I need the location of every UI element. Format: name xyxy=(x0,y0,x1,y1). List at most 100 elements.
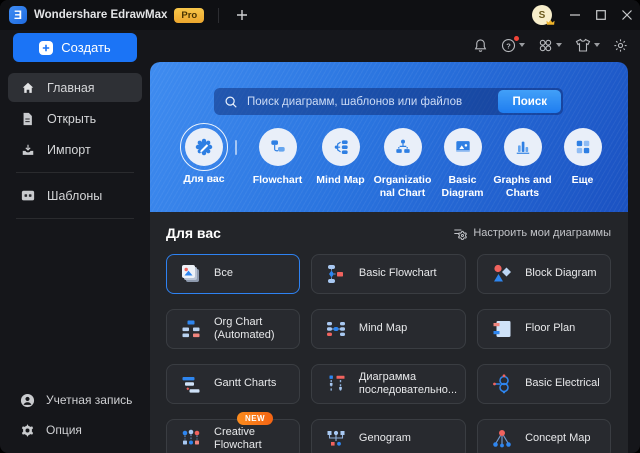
category-divider xyxy=(235,140,237,155)
category-more[interactable]: Еще xyxy=(553,128,613,187)
search-button[interactable]: Поиск xyxy=(498,90,561,113)
card-label: Диаграмма последовательно... xyxy=(358,370,458,396)
apps-grid-icon xyxy=(539,39,552,51)
sidebar: Создать Главная Открыть Импорт Шаблоны У… xyxy=(0,30,150,453)
sidebar-item-open[interactable]: Открыть xyxy=(8,104,142,133)
new-badge: NEW xyxy=(237,412,273,425)
pro-badge: Pro xyxy=(174,7,205,23)
card-basic-electrical[interactable]: Basic Electrical xyxy=(477,364,611,404)
sidebar-item-options[interactable]: Опция xyxy=(0,415,150,445)
category-label: Для вас xyxy=(183,173,225,185)
svg-text:?: ? xyxy=(506,41,511,50)
category-mind-map[interactable]: Mind Map xyxy=(311,128,371,187)
card-label: Creative Flowchart xyxy=(214,425,262,451)
flowchart-icon xyxy=(270,140,285,152)
gantt-charts-icon xyxy=(182,377,200,393)
genogram-icon xyxy=(327,430,345,446)
settings-button[interactable] xyxy=(613,38,628,53)
card-label: Concept Map xyxy=(525,432,591,445)
help-button[interactable]: ? xyxy=(501,35,525,53)
create-button[interactable]: Создать xyxy=(13,33,137,62)
card-label: Mind Map xyxy=(358,322,408,335)
theme-button[interactable] xyxy=(575,38,600,53)
sidebar-divider xyxy=(16,172,134,173)
sidebar-item-account[interactable]: Учетная запись xyxy=(0,385,150,415)
search-input[interactable] xyxy=(245,94,499,109)
plus-icon xyxy=(237,10,248,20)
account-avatar[interactable]: S xyxy=(532,5,555,25)
card-sequence-diagram[interactable]: Диаграмма последовательно... xyxy=(310,364,467,404)
card-mind-map[interactable]: Mind Map xyxy=(310,309,467,349)
new-tab-button[interactable] xyxy=(231,4,253,26)
close-icon xyxy=(622,10,632,20)
chevron-down-icon xyxy=(594,43,600,47)
category-label: Graphs and Charts xyxy=(493,174,552,200)
card-label: Все xyxy=(214,267,233,280)
category-basic-diagram[interactable]: Basic Diagram xyxy=(433,128,493,200)
import-icon xyxy=(20,143,35,157)
org-chart-icon xyxy=(395,139,410,153)
card-label: Basic Flowchart xyxy=(358,267,437,280)
card-basic-flowchart[interactable]: Basic Flowchart xyxy=(310,254,467,294)
customize-diagrams-button[interactable]: Настроить мои диаграммы xyxy=(453,227,611,240)
avatar-initial: S xyxy=(538,9,546,21)
maximize-button[interactable] xyxy=(588,0,614,30)
category-for-you[interactable]: Для вас xyxy=(174,123,234,186)
notification-dot xyxy=(514,35,519,41)
bell-icon xyxy=(474,38,487,52)
concept-map-icon xyxy=(493,430,511,448)
card-floor-plan[interactable]: Floor Plan xyxy=(477,309,611,349)
notifications-button[interactable] xyxy=(473,38,488,53)
section-title: Для вас xyxy=(166,225,221,241)
template-cards-grid: Все Basic Flowchart Block Diagram Org Ch… xyxy=(166,254,611,453)
card-gantt-charts[interactable]: Gantt Charts xyxy=(166,364,300,404)
gear-icon xyxy=(614,38,627,52)
customize-label: Настроить мои диаграммы xyxy=(473,227,611,239)
block-diagram-icon xyxy=(494,264,512,282)
category-label: Organizational Chart xyxy=(373,174,432,200)
card-label: Org Chart (Automated) xyxy=(214,315,275,341)
apps-grid-button[interactable] xyxy=(538,38,562,53)
card-all[interactable]: Все xyxy=(166,254,300,294)
category-row: Для вас Flowchart Mind Map Organizationa… xyxy=(174,123,628,200)
card-label: Gantt Charts xyxy=(214,377,277,390)
sidebar-item-label: Шаблоны xyxy=(47,188,103,203)
card-label: Block Diagram xyxy=(525,267,597,280)
sidebar-divider xyxy=(16,218,134,219)
card-label: Basic Electrical xyxy=(525,377,600,390)
tab-divider xyxy=(218,7,220,23)
category-flowchart[interactable]: Flowchart xyxy=(248,128,308,187)
app-title: Wondershare EdrawMax xyxy=(34,9,168,21)
plus-icon xyxy=(39,40,54,55)
close-button[interactable] xyxy=(614,0,640,30)
minimize-icon xyxy=(570,14,580,16)
card-genogram[interactable]: Genogram xyxy=(310,419,467,453)
chevron-down-icon xyxy=(556,43,562,47)
card-org-chart-automated[interactable]: Org Chart (Automated) xyxy=(166,309,300,349)
search-bar[interactable]: Поиск xyxy=(214,88,563,115)
footer-item-label: Опция xyxy=(46,423,82,437)
search-icon xyxy=(225,95,237,108)
footer-item-label: Учетная запись xyxy=(46,393,133,407)
sidebar-item-label: Импорт xyxy=(47,142,91,157)
card-creative-flowchart[interactable]: NEW Creative Flowchart xyxy=(166,412,300,453)
banner: Поиск диаграмм, шаблонов или файлов Поис… xyxy=(150,62,628,212)
sidebar-item-templates[interactable]: Шаблоны xyxy=(8,181,142,210)
category-graphs-charts[interactable]: Graphs and Charts xyxy=(493,128,553,200)
card-concept-map[interactable]: Concept Map xyxy=(477,419,611,453)
category-org-chart[interactable]: Organizational Chart xyxy=(373,128,433,200)
edrawmax-logo-icon: Ǝ xyxy=(9,6,27,24)
shirt-icon xyxy=(575,38,591,52)
user-icon xyxy=(20,393,35,407)
maximize-icon xyxy=(596,10,606,20)
sidebar-item-import[interactable]: Импорт xyxy=(8,135,142,164)
minimize-button[interactable] xyxy=(562,0,588,30)
sidebar-item-label: Главная xyxy=(47,80,95,95)
card-label: Genogram xyxy=(358,432,411,445)
crown-icon xyxy=(546,19,555,25)
category-label: Basic Diagram xyxy=(441,174,484,200)
card-block-diagram[interactable]: Block Diagram xyxy=(477,254,611,294)
category-label: Еще xyxy=(571,174,594,186)
sidebar-item-home[interactable]: Главная xyxy=(8,73,142,102)
basic-flowchart-icon xyxy=(327,265,343,283)
